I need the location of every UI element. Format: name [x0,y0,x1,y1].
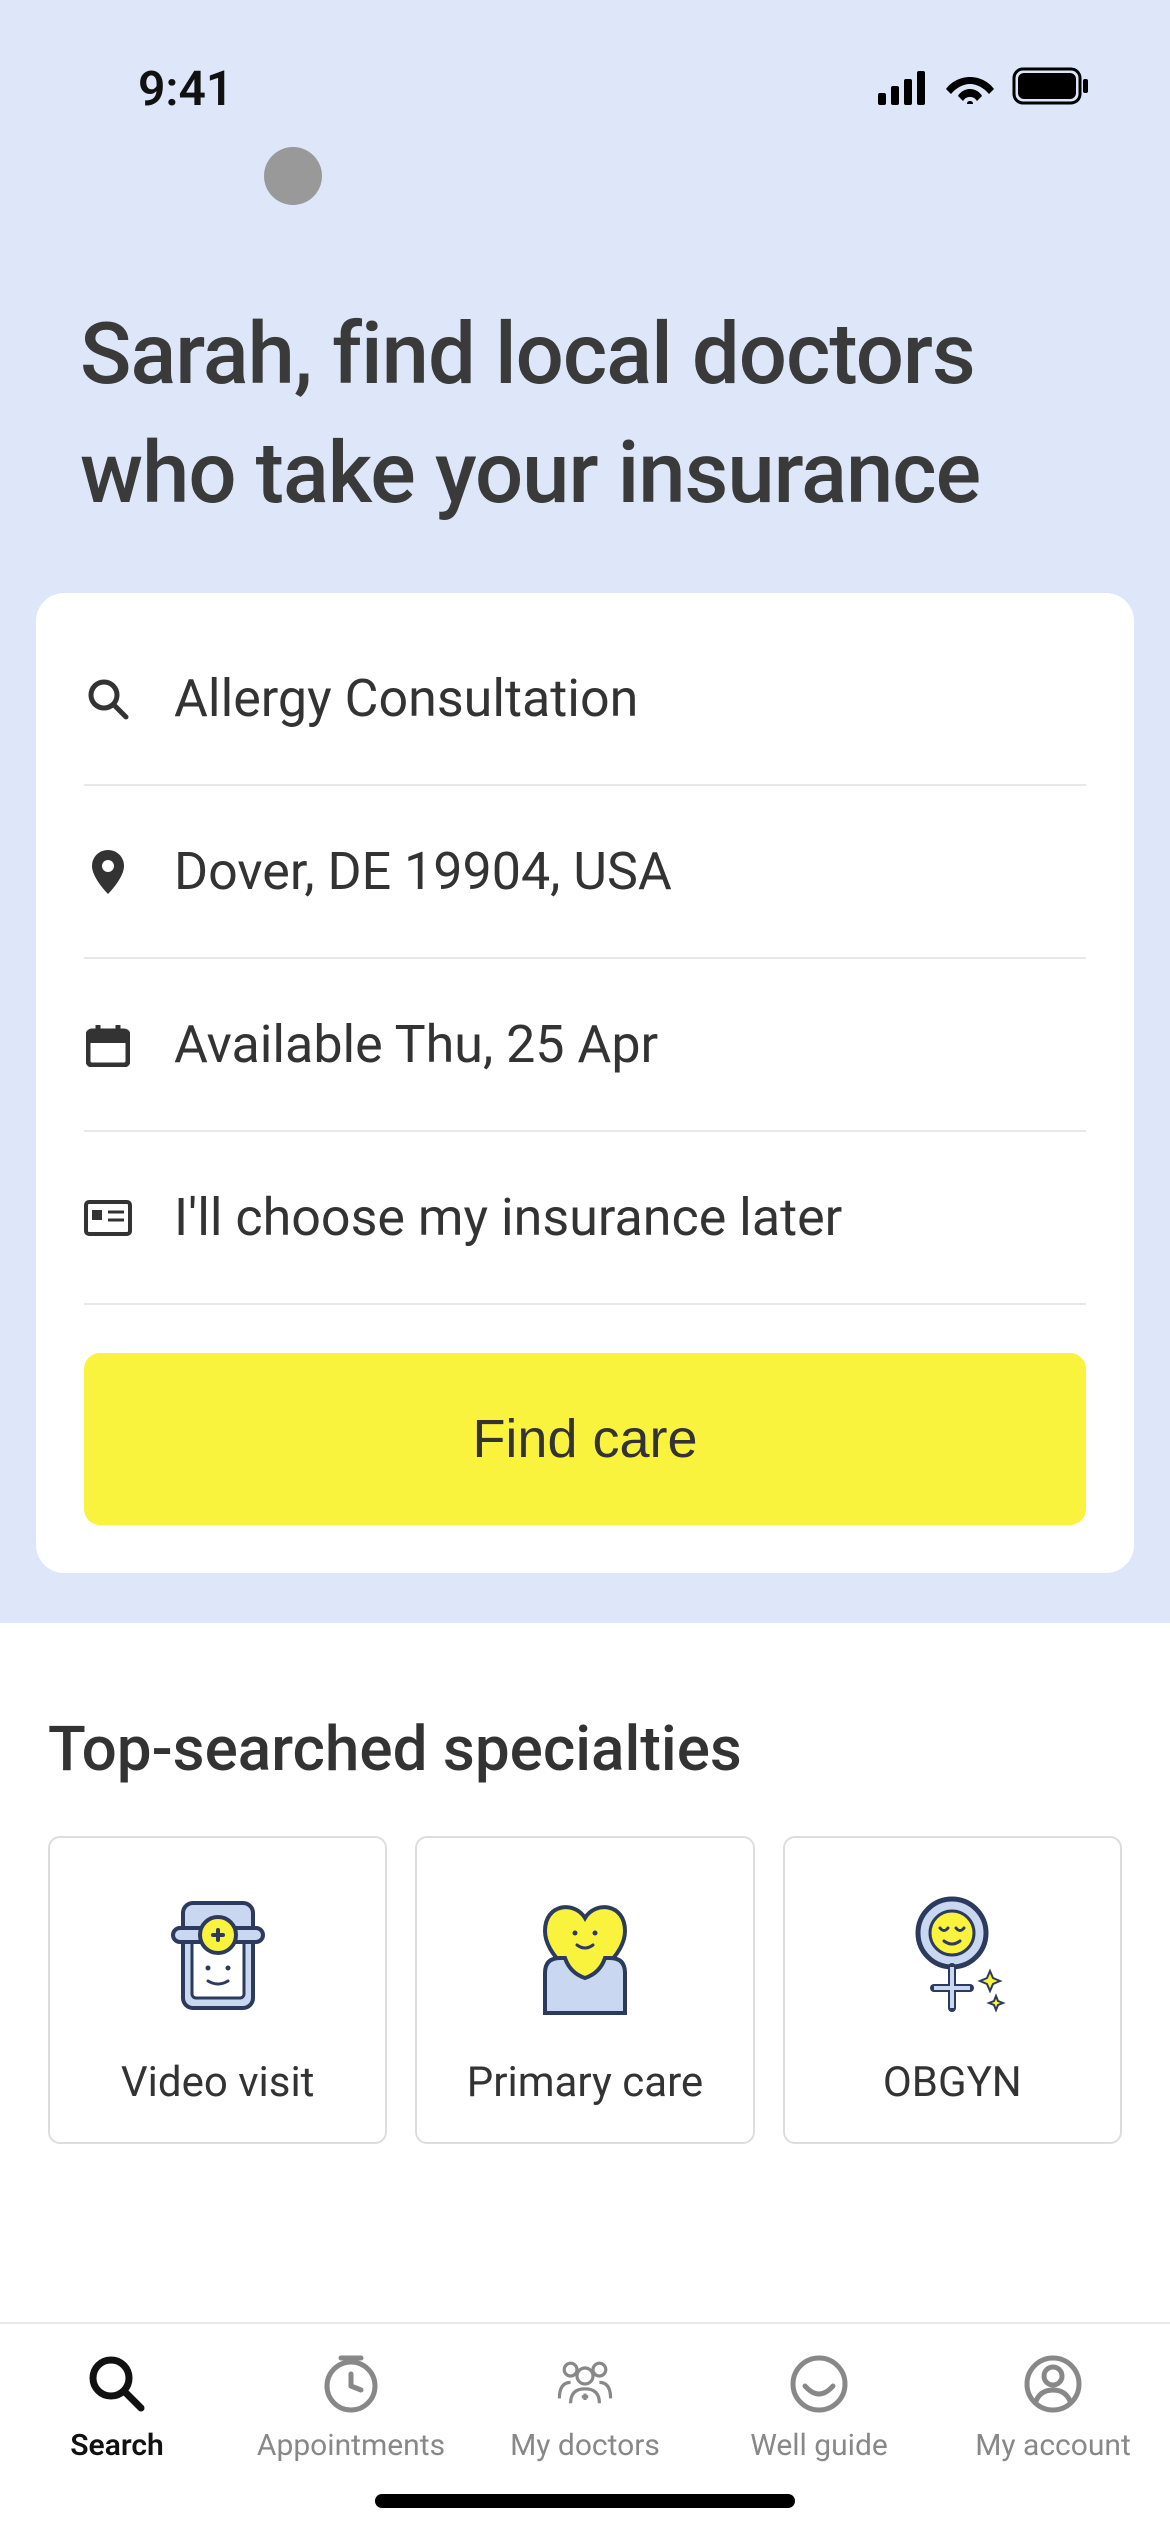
date-row[interactable]: Available Thu, 25 Apr [84,959,1086,1132]
location-pin-icon [84,850,132,894]
wifi-icon [946,60,994,117]
obgyn-icon [882,1883,1022,2023]
calendar-icon [84,1023,132,1067]
status-icons [878,60,1090,117]
page-headline: Sarah, find local doctors who take your … [0,205,1170,593]
date-value: Available Thu, 25 Apr [174,1014,658,1075]
clock-icon [319,2352,383,2416]
specialty-label: OBGYN [883,2058,1022,2107]
specialty-label: Primary care [467,2058,703,2107]
search-icon [84,677,132,721]
specialty-card-obgyn[interactable]: OBGYN [783,1836,1122,2144]
find-care-button[interactable]: Find care [84,1353,1086,1525]
status-bar: 9:41 [0,0,1170,137]
specialty-card-video-visit[interactable]: Video visit [48,1836,387,2144]
insurance-card-icon [84,1200,132,1236]
specialty-label: Video visit [121,2058,314,2107]
home-indicator[interactable] [375,2494,795,2508]
specialty-row[interactable]: Allergy Consultation [84,613,1086,786]
nav-label: My doctors [510,2428,660,2463]
search-icon [85,2352,149,2416]
nav-label: Search [70,2428,163,2463]
nav-label: My account [975,2428,1131,2463]
insurance-row[interactable]: I'll choose my insurance later [84,1132,1086,1305]
nav-search[interactable]: Search [0,2352,234,2463]
nav-label: Well guide [750,2428,888,2463]
account-icon [1021,2352,1085,2416]
specialty-cards: Video visit Primary care [48,1836,1122,2144]
nav-label: Appointments [257,2428,445,2463]
nav-well-guide[interactable]: Well guide [702,2352,936,2463]
doctors-icon [553,2352,617,2416]
specialties-title: Top-searched specialties [48,1713,1122,1786]
location-value: Dover, DE 19904, USA [174,841,672,902]
search-card: Allergy Consultation Dover, DE 19904, US… [36,593,1134,1573]
cellular-icon [878,60,928,117]
specialty-card-primary-care[interactable]: Primary care [415,1836,754,2144]
status-time: 9:41 [138,60,233,117]
video-visit-icon [148,1883,288,2023]
specialties-section: Top-searched specialties Video visit [0,1623,1170,2144]
smile-icon [787,2352,851,2416]
primary-care-icon [515,1883,655,2023]
nav-appointments[interactable]: Appointments [234,2352,468,2463]
location-row[interactable]: Dover, DE 19904, USA [84,786,1086,959]
indicator-dot [264,147,322,205]
nav-my-doctors[interactable]: My doctors [468,2352,702,2463]
specialty-value: Allergy Consultation [174,668,638,729]
nav-my-account[interactable]: My account [936,2352,1170,2463]
insurance-value: I'll choose my insurance later [174,1187,842,1248]
header-area: 9:41 Sarah, find local doctors who take … [0,0,1170,1623]
battery-icon [1012,60,1090,117]
